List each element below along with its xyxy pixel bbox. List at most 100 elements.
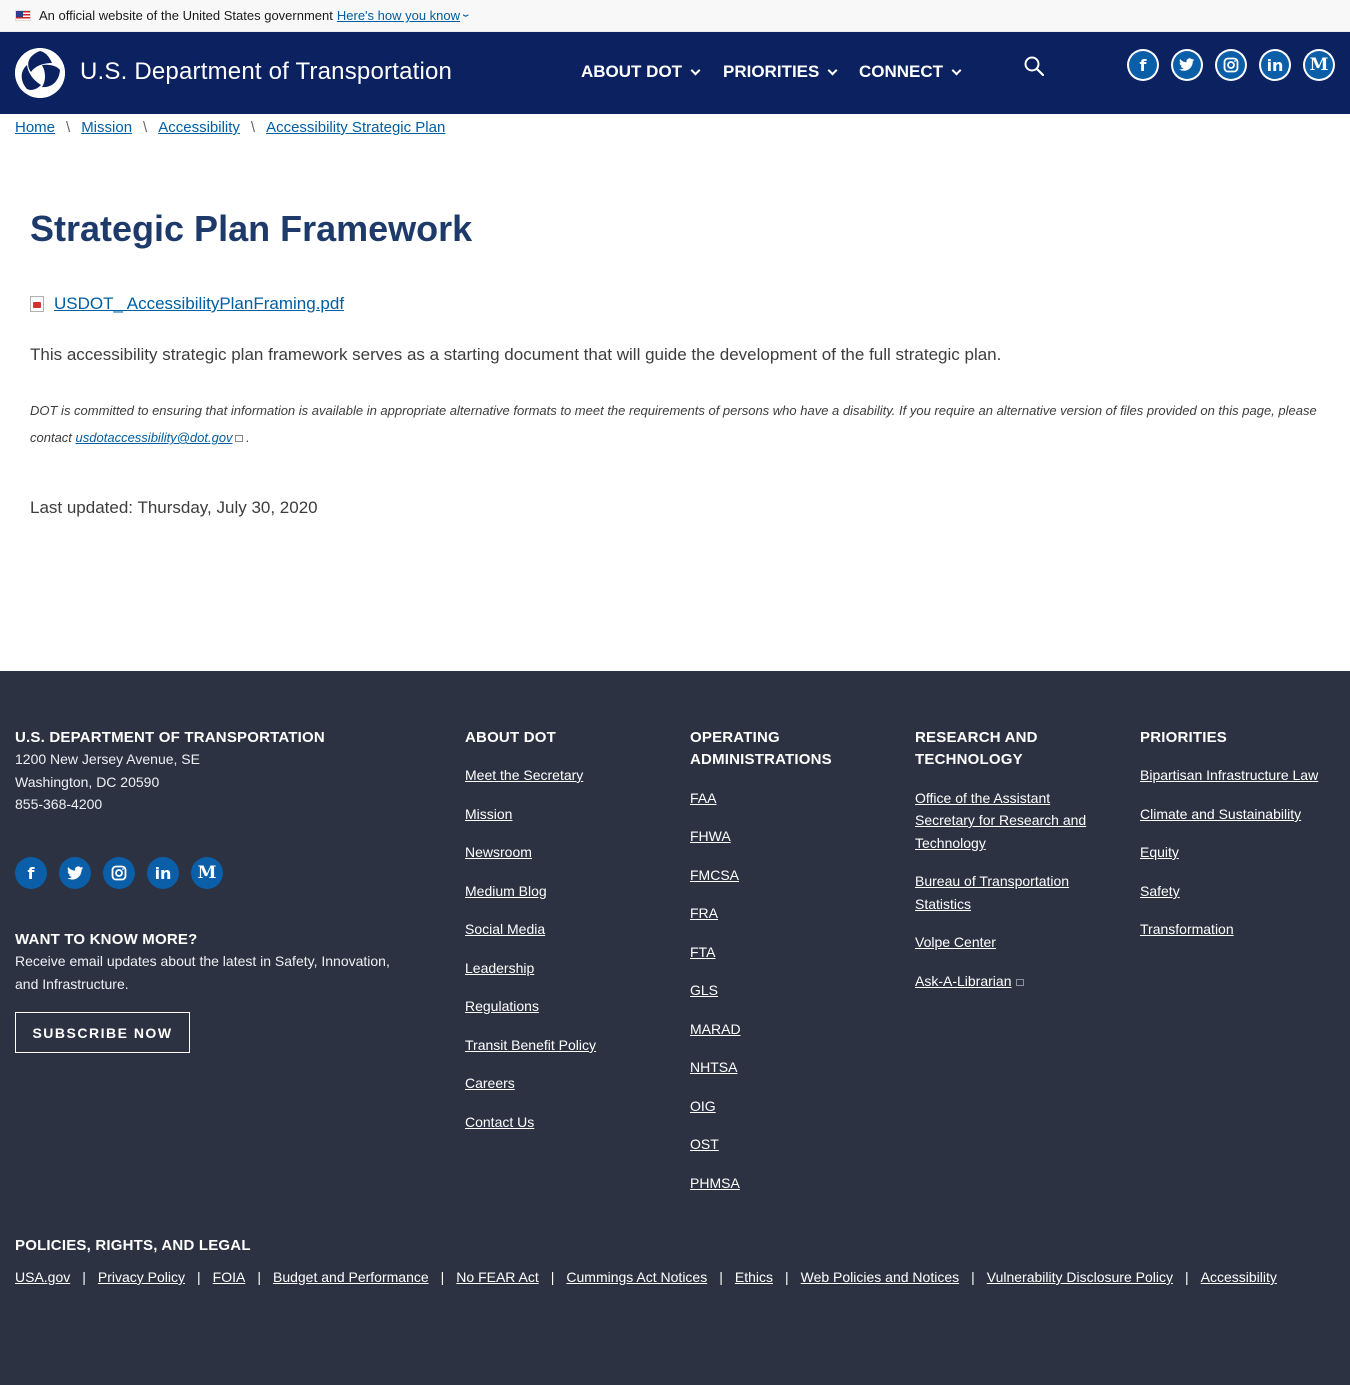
legal-separator: | — [719, 1269, 723, 1285]
footer-link-social-media[interactable]: Social Media — [465, 918, 545, 941]
footer-link-phmsa[interactable]: PHMSA — [690, 1172, 740, 1195]
legal-link-web-policies-and-notices[interactable]: Web Policies and Notices — [801, 1269, 959, 1285]
footer-link-oig[interactable]: OIG — [690, 1095, 716, 1118]
linkedin-icon[interactable]: in — [147, 857, 179, 889]
nav-label: CONNECT — [859, 62, 944, 81]
facebook-icon[interactable]: f — [1127, 49, 1159, 81]
footer-link-safety[interactable]: Safety — [1140, 880, 1180, 903]
search-icon[interactable] — [1024, 56, 1044, 76]
footer-legal-heading: POLICIES, RIGHTS, AND LEGAL — [15, 1237, 251, 1254]
footer-link-bts-line1[interactable]: Bureau of Transportation — [915, 870, 1069, 893]
nav-label: ABOUT DOT — [581, 62, 683, 81]
nav-label: PRIORITIES — [723, 62, 820, 81]
footer-operating-heading-line1: OPERATING — [690, 729, 780, 746]
footer-link-fhwa[interactable]: FHWA — [690, 825, 731, 848]
footer-link-mission[interactable]: Mission — [465, 803, 512, 826]
footer-link-ost-r-line1[interactable]: Office of the Assistant — [915, 787, 1050, 810]
breadcrumb: Home \ Mission \ Accessibility \ Accessi… — [15, 119, 445, 136]
footer-link-fra[interactable]: FRA — [690, 902, 718, 925]
footer-legal-links: USA.gov | Privacy Policy | FOIA | Budget… — [15, 1269, 1277, 1285]
subscribe-button[interactable]: SUBSCRIBE NOW — [15, 1012, 190, 1053]
footer-link-medium-blog[interactable]: Medium Blog — [465, 880, 547, 903]
gov-banner: An official website of the United States… — [0, 0, 1350, 32]
footer-link-transformation[interactable]: Transformation — [1140, 918, 1234, 941]
site-header: U.S. Department of Transportation ABOUT … — [0, 32, 1350, 114]
legal-separator: | — [257, 1269, 261, 1285]
footer-link-bipartisan-infrastructure-law[interactable]: Bipartisan Infrastructure Law — [1140, 764, 1318, 787]
dot-logo[interactable] — [15, 48, 65, 98]
footer-link-ask-a-librarian[interactable]: Ask-A-Librarian — [915, 970, 1025, 993]
legal-link-usa-gov[interactable]: USA.gov — [15, 1269, 70, 1285]
accessibility-email-link[interactable]: usdotaccessibility@dot.gov — [76, 430, 233, 445]
legal-separator: | — [784, 1269, 789, 1285]
nav-about-dot[interactable]: ABOUT DOT — [581, 62, 701, 82]
footer-link-marad[interactable]: MARAD — [690, 1018, 741, 1041]
medium-icon[interactable]: M — [1303, 49, 1335, 81]
legal-link-vulnerability-disclosure-policy[interactable]: Vulnerability Disclosure Policy — [987, 1269, 1173, 1285]
footer-org-heading: U.S. DEPARTMENT OF TRANSPORTATION — [15, 729, 325, 746]
footer-link-faa[interactable]: FAA — [690, 787, 716, 810]
legal-separator: | — [197, 1269, 201, 1285]
footer-link-fta[interactable]: FTA — [690, 941, 715, 964]
instagram-icon[interactable] — [1215, 49, 1247, 81]
footer-research-heading-line2: TECHNOLOGY — [915, 751, 1023, 768]
page-title: Strategic Plan Framework — [30, 208, 473, 249]
breadcrumb-mission[interactable]: Mission — [81, 119, 132, 136]
how-you-know-link[interactable]: Here's how you know — [337, 8, 460, 23]
footer-link-contact-us[interactable]: Contact Us — [465, 1111, 534, 1134]
accessibility-note: DOT is committed to ensuring that inform… — [30, 397, 1320, 451]
twitter-icon[interactable] — [59, 857, 91, 889]
legal-link-foia[interactable]: FOIA — [213, 1269, 246, 1285]
medium-icon[interactable]: M — [191, 857, 223, 889]
footer-link-transit-benefit-policy[interactable]: Transit Benefit Policy — [465, 1034, 596, 1057]
footer-link-ost-r-line2[interactable]: Secretary for Research and — [915, 809, 1086, 832]
linkedin-icon[interactable]: in — [1259, 49, 1291, 81]
footer-link-bts-line2[interactable]: Statistics — [915, 893, 971, 916]
chevron-down-icon — [827, 65, 838, 76]
footer-link-ost[interactable]: OST — [690, 1133, 719, 1156]
chevron-down-icon — [690, 65, 701, 76]
legal-link-no-fear-act[interactable]: No FEAR Act — [456, 1269, 538, 1285]
header-social-links: f in M — [1127, 49, 1347, 81]
legal-link-privacy-policy[interactable]: Privacy Policy — [98, 1269, 185, 1285]
footer-link-regulations[interactable]: Regulations — [465, 995, 539, 1018]
legal-link-ethics[interactable]: Ethics — [735, 1269, 773, 1285]
external-link-icon — [234, 435, 243, 443]
legal-separator: | — [82, 1269, 86, 1285]
pdf-download-link[interactable]: USDOT_ AccessibilityPlanFraming.pdf — [54, 294, 344, 314]
footer-link-fmcsa[interactable]: FMCSA — [690, 864, 739, 887]
external-link-icon — [1016, 978, 1025, 986]
legal-link-budget-and-performance[interactable]: Budget and Performance — [273, 1269, 429, 1285]
breadcrumb-accessibility-strategic-plan[interactable]: Accessibility Strategic Plan — [266, 119, 445, 136]
chevron-down-icon[interactable]: › — [458, 14, 473, 17]
breadcrumb-separator: \ — [250, 119, 256, 136]
footer-link-nhtsa[interactable]: NHTSA — [690, 1056, 737, 1079]
footer-link-careers[interactable]: Careers — [465, 1072, 515, 1095]
footer-link-newsroom[interactable]: Newsroom — [465, 841, 532, 864]
facebook-icon[interactable]: f — [15, 857, 47, 889]
instagram-icon[interactable] — [103, 857, 135, 889]
nav-connect[interactable]: CONNECT — [859, 62, 962, 82]
nav-priorities[interactable]: PRIORITIES — [723, 62, 838, 82]
footer-operating-heading-line2: ADMINISTRATIONS — [690, 751, 832, 768]
last-updated: Last updated: Thursday, July 30, 2020 — [30, 498, 318, 517]
footer-link-gls[interactable]: GLS — [690, 979, 718, 1002]
footer-link-ost-r-line3[interactable]: Technology — [915, 832, 986, 855]
footer-link-volpe-center[interactable]: Volpe Center — [915, 931, 996, 954]
breadcrumb-accessibility[interactable]: Accessibility — [158, 119, 240, 136]
note-end: . — [242, 430, 250, 445]
footer-link-climate-and-sustainability[interactable]: Climate and Sustainability — [1140, 803, 1301, 826]
footer-link-meet-the-secretary[interactable]: Meet the Secretary — [465, 764, 583, 787]
legal-link-cummings-act-notices[interactable]: Cummings Act Notices — [566, 1269, 707, 1285]
footer-link-leadership[interactable]: Leadership — [465, 957, 534, 980]
footer-social-links: f in M — [15, 857, 235, 889]
footer-link-equity[interactable]: Equity — [1140, 841, 1179, 864]
legal-separator: | — [1184, 1269, 1189, 1285]
legal-link-accessibility[interactable]: Accessibility — [1201, 1269, 1277, 1285]
site-title[interactable]: U.S. Department of Transportation — [80, 58, 452, 86]
breadcrumb-separator: \ — [66, 119, 71, 136]
twitter-icon[interactable] — [1171, 49, 1203, 81]
breadcrumb-home[interactable]: Home — [15, 119, 55, 136]
legal-separator: | — [971, 1269, 975, 1285]
footer-address-line2: Washington, DC 20590 — [15, 774, 160, 790]
